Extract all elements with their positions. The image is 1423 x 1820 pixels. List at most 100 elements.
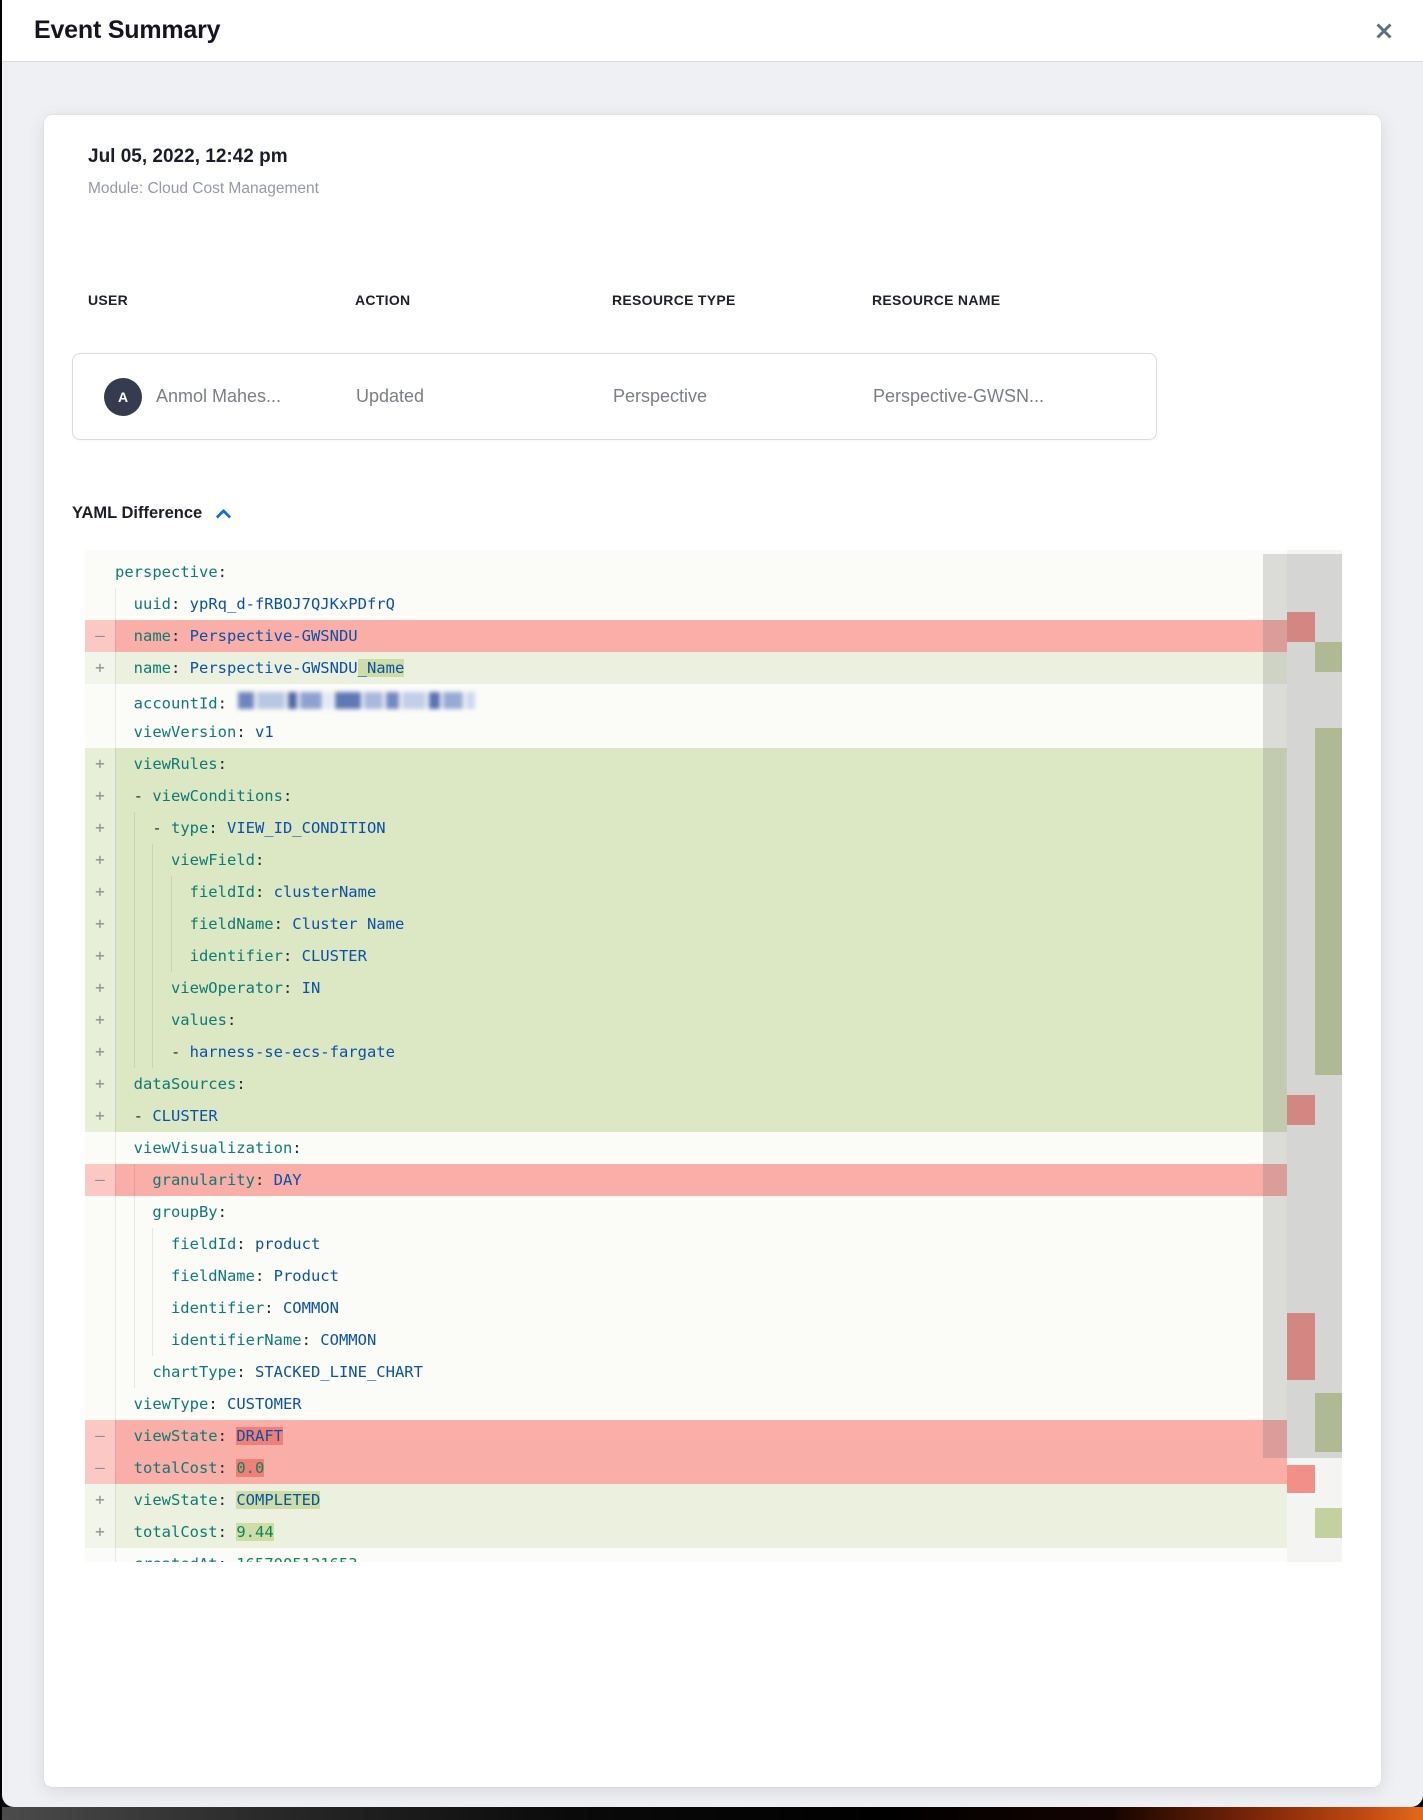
diff-gutter-sign: + — [85, 1100, 115, 1132]
diff-line: —granularity: DAY — [85, 1164, 1287, 1196]
yaml-key: viewState — [134, 1491, 218, 1509]
diff-line: —totalCost: 0.0 — [85, 1452, 1287, 1484]
diff-line: + - CLUSTER — [85, 1100, 1287, 1132]
diff-line: accountId: — [85, 684, 1287, 716]
diff-gutter-sign: + — [85, 748, 115, 780]
yaml-colon: : — [208, 819, 227, 837]
diff-line-code: - viewConditions: — [115, 780, 1287, 812]
resource-type-cell: Perspective — [613, 386, 873, 407]
diff-line: groupBy: — [85, 1196, 1287, 1228]
diff-line: +dataSources: — [85, 1068, 1287, 1100]
yaml-colon: : — [255, 883, 274, 901]
diff-line-code: identifier: COMMON — [115, 1292, 1287, 1324]
yaml-key: identifier — [190, 947, 283, 965]
diff-line-code: createdAt: 1657005121653 — [115, 1548, 1287, 1562]
yaml-key: fieldName — [190, 915, 274, 933]
diff-line-code: dataSources: — [115, 1068, 1287, 1100]
diff-line-code: fieldId: clusterName — [115, 876, 1287, 908]
yaml-key: viewVersion — [134, 723, 237, 741]
diff-gutter-sign: — — [85, 620, 115, 652]
diff-line-code: fieldId: product — [115, 1228, 1287, 1260]
diff-line-code: granularity: DAY — [115, 1164, 1287, 1196]
indent-guide — [115, 652, 134, 684]
diff-line-code: perspective: — [115, 556, 1287, 588]
diff-line-code: viewVisualization: — [115, 1132, 1287, 1164]
yaml-difference-label: YAML Difference — [72, 503, 202, 523]
indent-guide — [134, 1260, 153, 1292]
diff-line-code: - harness-se-ecs-fargate — [115, 1036, 1287, 1068]
diff-gutter-sign — [85, 716, 115, 748]
diff-gutter-sign — [85, 1292, 115, 1324]
yaml-diff-viewer[interactable]: perspective:uuid: ypRq_d-fRBOJ7QJKxPDfrQ… — [85, 550, 1342, 1562]
diff-gutter-sign — [85, 588, 115, 620]
indent-guide — [115, 1388, 134, 1420]
yaml-key: groupBy — [152, 1203, 217, 1221]
yaml-value: ypRq_d-fRBOJ7QJKxPDfrQ — [190, 595, 395, 613]
drawer-body: Jul 05, 2022, 12:42 pm Module: Cloud Cos… — [2, 62, 1423, 1807]
diff-gutter-sign: + — [85, 940, 115, 972]
diff-line: +viewField: — [85, 844, 1287, 876]
yaml-dash: - — [134, 787, 153, 805]
diff-line: +- harness-se-ecs-fargate — [85, 1036, 1287, 1068]
yaml-colon: : — [171, 627, 190, 645]
yaml-value-changed: DRAFT — [236, 1427, 283, 1445]
indent-guide — [115, 588, 134, 620]
indent-guide — [134, 1228, 153, 1260]
indent-guide — [152, 1260, 171, 1292]
yaml-key: viewState — [134, 1427, 218, 1445]
diff-line: identifier: COMMON — [85, 1292, 1287, 1324]
yaml-value: CLUSTER — [152, 1107, 217, 1125]
indent-guide — [152, 972, 171, 1004]
yaml-colon: : — [283, 787, 292, 805]
yaml-key: totalCost — [134, 1459, 218, 1477]
yaml-value: harness-se-ecs-fargate — [190, 1043, 395, 1061]
redacted-block — [466, 692, 475, 709]
indent-guide — [134, 1356, 153, 1388]
yaml-colon: : — [171, 595, 190, 613]
indent-guide — [115, 1484, 134, 1516]
indent-guide — [134, 844, 153, 876]
diff-gutter-sign: + — [85, 1036, 115, 1068]
indent-guide — [115, 1452, 134, 1484]
indent-guide — [134, 1324, 153, 1356]
indent-guide — [152, 940, 171, 972]
yaml-key: name — [134, 659, 171, 677]
yaml-value: product — [255, 1235, 320, 1253]
indent-guide — [115, 1164, 134, 1196]
yaml-key: viewField — [171, 851, 255, 869]
yaml-colon: : — [236, 1075, 245, 1093]
indent-guide — [115, 716, 134, 748]
diff-lines: perspective:uuid: ypRq_d-fRBOJ7QJKxPDfrQ… — [85, 550, 1342, 1562]
redacted-block — [288, 692, 297, 709]
yaml-value: IN — [302, 979, 321, 997]
indent-guide — [134, 1196, 153, 1228]
diff-line: +viewState: COMPLETED — [85, 1484, 1287, 1516]
indent-guide — [115, 1324, 134, 1356]
diff-line: +values: — [85, 1004, 1287, 1036]
diff-gutter-sign: — — [85, 1164, 115, 1196]
diff-line: identifierName: COMMON — [85, 1324, 1287, 1356]
indent-guide — [115, 940, 134, 972]
yaml-key: totalCost — [134, 1523, 218, 1541]
yaml-value: Perspective-GWSNDU — [190, 627, 358, 645]
diff-line-code: viewOperator: IN — [115, 972, 1287, 1004]
indent-guide — [115, 1548, 134, 1562]
yaml-dash: - — [152, 819, 171, 837]
yaml-dash: - — [134, 1107, 153, 1125]
diff-line-code: name: Perspective-GWSNDU_Name — [115, 652, 1287, 684]
diff-gutter-sign: + — [85, 812, 115, 844]
yaml-difference-toggle[interactable]: YAML Difference — [72, 503, 229, 523]
close-button[interactable] — [1367, 14, 1401, 48]
diff-line-code: uuid: ypRq_d-fRBOJ7QJKxPDfrQ — [115, 588, 1287, 620]
audit-table-row[interactable]: A Anmol Mahes... Updated Perspective Per… — [72, 353, 1157, 440]
diff-scrollbar-slider[interactable] — [1263, 554, 1342, 1458]
yaml-value-changed: 0.0 — [236, 1459, 264, 1477]
diff-gutter-sign — [85, 556, 115, 588]
diff-line-code: fieldName: Product — [115, 1260, 1287, 1292]
indent-guide — [115, 1132, 134, 1164]
indent-guide — [134, 1164, 153, 1196]
user-cell: A Anmol Mahes... — [104, 378, 356, 416]
yaml-value: Perspective-GWSNDU — [190, 659, 358, 677]
indent-guide — [152, 1228, 171, 1260]
diff-line-code: groupBy: — [115, 1196, 1287, 1228]
